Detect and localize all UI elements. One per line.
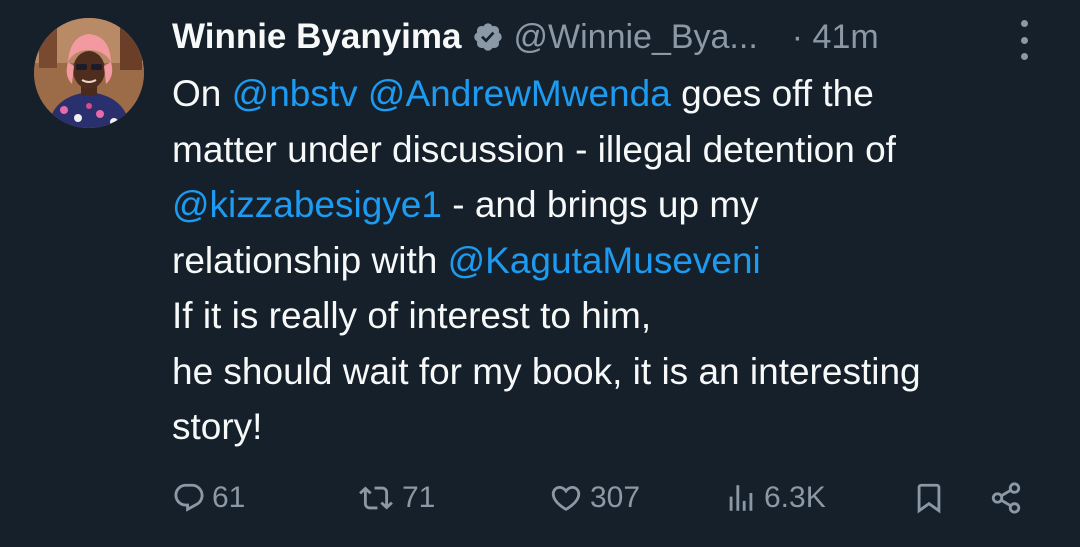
tweet-card[interactable]: Winnie Byanyima @Winnie_Bya... · 41m On … <box>0 0 1080 547</box>
text-segment: he should wait for my book, it is an int… <box>172 350 921 392</box>
retweet-icon <box>356 481 396 515</box>
tweet-line-5: If it is really of interest to him, <box>172 288 1052 344</box>
text-segment: relationship with <box>172 239 448 281</box>
tweet-timestamp[interactable]: · 41m <box>792 18 879 57</box>
share-button[interactable] <box>986 470 1026 526</box>
tweet-line-2: matter under discussion - illegal detent… <box>172 122 1052 178</box>
verified-badge-icon[interactable] <box>472 21 504 53</box>
tweet-line-4: relationship with @KagutaMuseveni <box>172 233 1052 289</box>
more-options-icon[interactable] <box>1012 20 1036 60</box>
tweet-header: Winnie Byanyima @Winnie_Bya... · 41m <box>172 12 1052 62</box>
tweet-actions-bar: 61 71 307 6.3K <box>0 470 1080 526</box>
retweet-count: 71 <box>402 481 436 514</box>
tweet-line-3: @kizzabesigye1 - and brings up my <box>172 177 1052 233</box>
retweet-button[interactable]: 71 <box>356 470 435 526</box>
like-count: 307 <box>590 481 641 514</box>
mention-link[interactable]: @AndrewMwenda <box>368 73 671 114</box>
text-segment: goes off the <box>670 73 874 114</box>
bookmark-icon <box>912 481 946 515</box>
like-button[interactable]: 307 <box>548 470 640 526</box>
text-segment: story! <box>172 406 263 447</box>
text-segment: matter under discussion - illegal detent… <box>172 128 896 170</box>
views-icon <box>724 481 758 515</box>
avatar[interactable] <box>34 18 144 128</box>
author-handle[interactable]: @Winnie_Bya... <box>514 18 758 57</box>
share-icon <box>986 481 1026 515</box>
mention-link[interactable]: @KagutaMuseveni <box>448 240 761 281</box>
tweet-line-6: he should wait for my book, it is an int… <box>172 344 1052 400</box>
text-segment <box>358 73 368 114</box>
author-display-name[interactable]: Winnie Byanyima <box>172 17 462 57</box>
tweet-line-1: On @nbstv @AndrewMwenda goes off the <box>172 66 1052 122</box>
tweet-line-7: story! <box>172 399 1052 455</box>
views-count: 6.3K <box>764 481 826 514</box>
tweet-text: On @nbstv @AndrewMwenda goes off the mat… <box>172 66 1052 455</box>
mention-link[interactable]: @kizzabesigye1 <box>172 184 442 225</box>
reply-count: 61 <box>212 481 246 514</box>
reply-icon <box>172 481 206 515</box>
reply-button[interactable]: 61 <box>172 470 245 526</box>
avatar-image <box>34 18 144 128</box>
text-segment: On <box>172 73 232 114</box>
text-segment: - and brings up my <box>441 184 759 225</box>
mention-link[interactable]: @nbstv <box>232 73 358 114</box>
heart-icon <box>548 481 584 515</box>
views-button[interactable]: 6.3K <box>724 470 826 526</box>
bookmark-button[interactable] <box>912 470 946 526</box>
text-segment: If it is really of interest to him, <box>172 295 652 336</box>
